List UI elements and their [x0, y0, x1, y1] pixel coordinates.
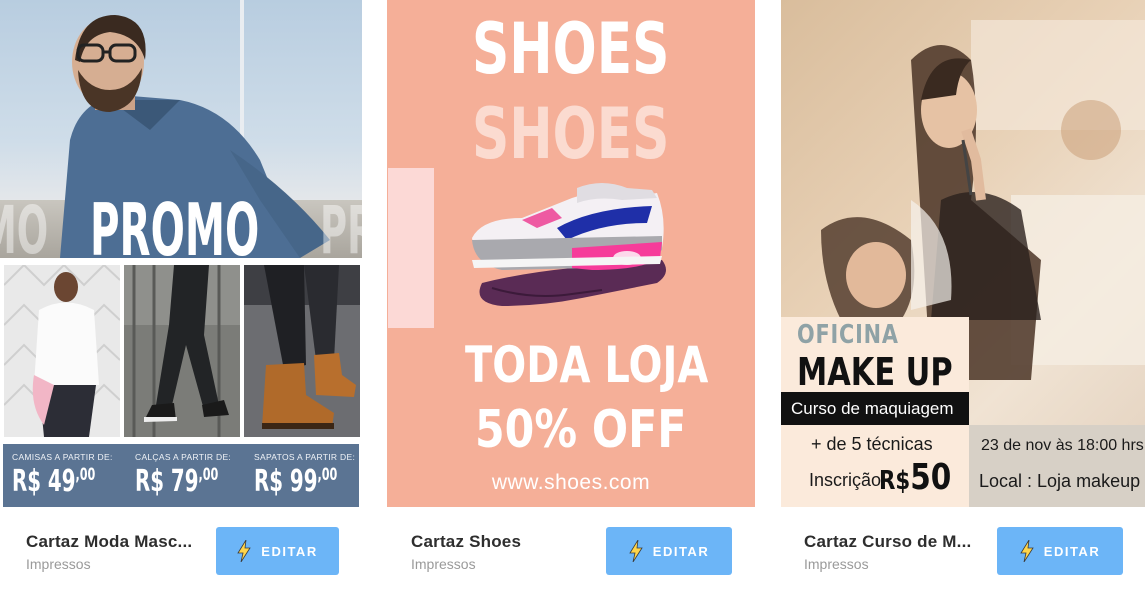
poster-preview-makeup[interactable]: OFICINA MAKE UP Curso de maquiagem + de …	[781, 0, 1145, 507]
price-calcas: CALÇAS A PARTIR DE: R$ 79,00	[135, 452, 253, 499]
workshop-kicker: OFICINA	[797, 320, 899, 350]
poster-preview-shoes[interactable]: SHOES SHOES TODA LOJA 50% OFF www.shoes.…	[387, 0, 755, 507]
shoes-headline: SHOES	[472, 8, 670, 90]
price-sapatos: SAPATOS A PARTIR DE: R$ 99,00	[254, 452, 362, 499]
card-title[interactable]: Cartaz Moda Masc...	[26, 532, 201, 552]
template-card-makeup[interactable]: OFICINA MAKE UP Curso de maquiagem + de …	[781, 0, 1145, 596]
shoes-headline-echo: SHOES	[472, 93, 670, 175]
pants-photo	[124, 265, 240, 437]
lightning-bolt-icon	[629, 540, 643, 562]
price-value: R$ 49,00	[12, 464, 96, 499]
price-value: R$ 79,00	[135, 464, 219, 499]
price-camisas: CAMISAS A PARTIR DE: R$ 49,00	[12, 452, 130, 499]
website-url: www.shoes.com	[491, 471, 651, 494]
card-title[interactable]: Cartaz Curso de M...	[804, 532, 979, 552]
card-category: Impressos	[804, 556, 869, 572]
lightning-bolt-icon	[237, 540, 252, 562]
promo-ghost-left: MO	[0, 192, 49, 258]
price-caption: CALÇAS A PARTIR DE:	[135, 452, 232, 462]
course-banner: Curso de maquiagem	[781, 392, 969, 425]
workshop-headline: MAKE UP	[797, 350, 953, 394]
shirt-photo	[4, 265, 120, 437]
hero-photo: MO PROMO PR	[0, 0, 362, 258]
card-footer: Cartaz Curso de M... Impressos EDITAR	[804, 507, 1145, 596]
edit-button-label: EDITAR	[261, 543, 318, 559]
feature-text: + de 5 técnicas	[811, 434, 933, 454]
registration-price: R$50	[879, 457, 952, 498]
edit-button-label: EDITAR	[1043, 543, 1101, 559]
price-bar: CAMISAS A PARTIR DE: R$ 49,00 CALÇAS A P…	[3, 444, 359, 507]
sneaker-image	[472, 183, 666, 306]
sale-line-2: 50% OFF	[475, 400, 687, 460]
edit-button[interactable]: EDITAR	[606, 527, 732, 575]
price-value: R$ 99,00	[254, 464, 338, 499]
card-category: Impressos	[411, 556, 476, 572]
lightning-bolt-icon	[1020, 540, 1034, 562]
edit-button[interactable]: EDITAR	[216, 527, 339, 575]
boots-photo	[244, 265, 360, 437]
price-label: Inscrição	[809, 470, 882, 490]
price-caption: SAPATOS A PARTIR DE:	[254, 452, 356, 462]
template-card-moda[interactable]: MO PROMO PR	[0, 0, 362, 596]
promo-ghost-right: PR	[320, 192, 362, 258]
card-footer: Cartaz Shoes Impressos EDITAR	[411, 507, 779, 596]
event-location: Local : Loja makeup	[979, 471, 1141, 491]
poster-preview-moda[interactable]: MO PROMO PR	[0, 0, 362, 507]
edit-button[interactable]: EDITAR	[997, 527, 1123, 575]
card-title[interactable]: Cartaz Shoes	[411, 532, 586, 552]
edit-button-label: EDITAR	[652, 543, 710, 559]
accent-block	[388, 168, 434, 328]
price-caption: CAMISAS A PARTIR DE:	[12, 452, 113, 462]
card-category: Impressos	[26, 556, 91, 572]
promo-headline: PROMO	[90, 188, 260, 258]
card-footer: Cartaz Moda Masc... Impressos EDITAR	[26, 507, 388, 596]
sale-line-1: TODA LOJA	[465, 336, 709, 394]
template-card-shoes[interactable]: SHOES SHOES TODA LOJA 50% OFF www.shoes.…	[387, 0, 755, 596]
event-date: 23 de nov às 18:00 hrs	[981, 437, 1144, 454]
